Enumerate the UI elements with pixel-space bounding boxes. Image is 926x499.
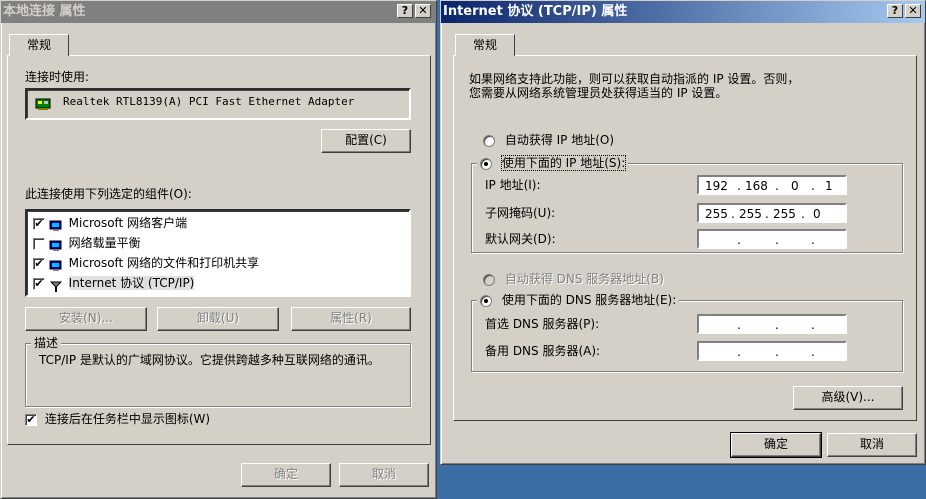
ip-octet: 192: [705, 179, 728, 193]
file-printer-sharing-icon: [49, 258, 63, 271]
ip-dot: .: [737, 179, 741, 193]
auto-ip-radio[interactable]: [483, 134, 495, 147]
ip-octet: 0: [791, 179, 799, 193]
close-button[interactable]: ✕: [415, 4, 431, 18]
ip-dot: .: [811, 233, 815, 247]
manual-dns-label: 使用下面的 DNS 服务器地址(E):: [501, 293, 677, 307]
gateway-label: 默认网关(D):: [485, 232, 556, 246]
description-text: TCP/IP 是默认的广域网协议。它提供跨越多种互联网络的通讯。: [39, 353, 380, 367]
auto-dns-label: 自动获得 DNS 服务器地址(B): [504, 272, 664, 286]
load-balancing-icon: [49, 238, 63, 251]
manual-dns-option[interactable]: 使用下面的 DNS 服务器地址(E):: [477, 292, 680, 308]
show-icon-option[interactable]: ✔ 连接后在任务栏中显示图标(W): [25, 411, 210, 427]
uninstall-button[interactable]: 卸载(U): [157, 307, 279, 331]
configure-button[interactable]: 配置(C): [321, 129, 411, 153]
manual-dns-group: [471, 300, 903, 372]
adapter-field: Realtek RTL8139(A) PCI Fast Ethernet Ada…: [25, 88, 411, 120]
gateway-field[interactable]: . . .: [697, 229, 847, 249]
ok-button[interactable]: 确定: [730, 432, 822, 458]
close-button[interactable]: ✕: [905, 4, 921, 18]
tcpip-properties-dialog: Internet 协议 (TCP/IP) 属性 ? ✕ 常规 如果网络支持此功能…: [440, 0, 926, 465]
subnet-octet: 255: [773, 207, 796, 221]
component-label: 网络载量平衡: [68, 236, 141, 250]
auto-ip-option[interactable]: 自动获得 IP 地址(O): [483, 132, 614, 148]
dialog-title: 本地连接 属性: [3, 4, 86, 19]
component-item-load-balancing[interactable]: 网络载量平衡: [33, 233, 141, 253]
subnet-octet: 0: [813, 207, 821, 221]
ip-dot: .: [811, 345, 815, 359]
manual-dns-radio[interactable]: [480, 294, 492, 307]
ip-dot: .: [731, 207, 735, 221]
install-button[interactable]: 安装(N)...: [25, 307, 147, 331]
components-list[interactable]: ✔ Microsoft 网络客户端 网络载量平衡 ✔ Microsoft 网络的…: [25, 209, 411, 297]
auto-dns-option[interactable]: 自动获得 DNS 服务器地址(B): [483, 271, 664, 287]
ip-octet: 168: [745, 179, 768, 193]
ip-dot: .: [765, 207, 769, 221]
tab-general[interactable]: 常规: [9, 34, 69, 56]
ip-dot: .: [801, 207, 805, 221]
subnet-field[interactable]: 255 . 255 . 255 . 0: [697, 203, 847, 223]
ip-octet: 1: [825, 179, 833, 193]
component-checkbox[interactable]: ✔: [33, 257, 45, 270]
ip-dot: .: [737, 345, 741, 359]
ip-dot: .: [737, 233, 741, 247]
ip-dot: .: [811, 318, 815, 332]
subnet-octet: 255: [739, 207, 762, 221]
subnet-octet: 255: [705, 207, 728, 221]
ip-dot: .: [811, 179, 815, 193]
component-checkbox[interactable]: [33, 237, 45, 250]
show-icon-checkbox[interactable]: ✔: [25, 413, 37, 426]
preferred-dns-field[interactable]: . . .: [697, 314, 847, 334]
component-checkbox[interactable]: ✔: [33, 277, 45, 290]
title-bar[interactable]: 本地连接 属性: [1, 1, 436, 23]
subnet-label: 子网掩码(U):: [485, 206, 556, 220]
help-button[interactable]: ?: [397, 4, 413, 18]
help-button[interactable]: ?: [887, 4, 903, 18]
properties-button[interactable]: 属性(R): [291, 307, 411, 331]
ip-dot: .: [775, 318, 779, 332]
auto-ip-label: 自动获得 IP 地址(O): [504, 133, 615, 147]
component-checkbox[interactable]: ✔: [33, 217, 45, 230]
network-adapter-icon: [35, 97, 51, 110]
component-item-ms-client[interactable]: ✔ Microsoft 网络客户端: [33, 213, 187, 233]
ip-address-field[interactable]: 192 . 168 . 0 . 1: [697, 175, 847, 195]
component-label: Microsoft 网络客户端: [68, 216, 188, 230]
connect-using-label: 连接时使用:: [25, 70, 90, 84]
components-label: 此连接使用下列选定的组件(O):: [25, 187, 192, 201]
ip-dot: .: [775, 179, 779, 193]
ip-address-label: IP 地址(I):: [485, 178, 541, 192]
show-icon-label: 连接后在任务栏中显示图标(W): [44, 412, 211, 426]
adapter-name: Realtek RTL8139(A) PCI Fast Ethernet Ada…: [63, 95, 355, 108]
manual-ip-label: 使用下面的 IP 地址(S):: [500, 155, 627, 171]
component-label: Microsoft 网络的文件和打印机共享: [68, 256, 260, 270]
ok-button[interactable]: 确定: [241, 463, 331, 487]
title-bar[interactable]: Internet 协议 (TCP/IP) 属性: [441, 1, 925, 23]
local-connection-properties-dialog: 本地连接 属性 ? ✕ 常规 连接时使用: Realtek RTL8139(A)…: [0, 0, 437, 499]
component-item-file-printer-sharing[interactable]: ✔ Microsoft 网络的文件和打印机共享: [33, 253, 259, 273]
cancel-button[interactable]: 取消: [827, 433, 917, 457]
protocol-icon: [49, 278, 63, 292]
auto-dns-radio[interactable]: [483, 273, 495, 286]
ip-dot: .: [775, 345, 779, 359]
advanced-button[interactable]: 高级(V)...: [793, 386, 903, 410]
cancel-button[interactable]: 取消: [339, 463, 429, 487]
manual-ip-option[interactable]: 使用下面的 IP 地址(S):: [477, 155, 629, 171]
intro-line-2: 您需要从网络系统管理员处获得适当的 IP 设置。: [469, 86, 728, 100]
alternate-dns-label: 备用 DNS 服务器(A):: [485, 344, 601, 358]
preferred-dns-label: 首选 DNS 服务器(P):: [485, 317, 600, 331]
ip-dot: .: [737, 318, 741, 332]
dialog-title: Internet 协议 (TCP/IP) 属性: [443, 4, 628, 19]
component-item-tcpip[interactable]: ✔ Internet 协议 (TCP/IP): [33, 273, 195, 293]
manual-ip-radio[interactable]: [480, 157, 492, 170]
tab-general[interactable]: 常规: [455, 34, 515, 56]
network-client-icon: [49, 218, 63, 231]
alternate-dns-field[interactable]: . . .: [697, 341, 847, 361]
description-group-label: 描述: [31, 335, 62, 351]
ip-dot: .: [775, 233, 779, 247]
component-label: Internet 协议 (TCP/IP): [68, 276, 195, 290]
